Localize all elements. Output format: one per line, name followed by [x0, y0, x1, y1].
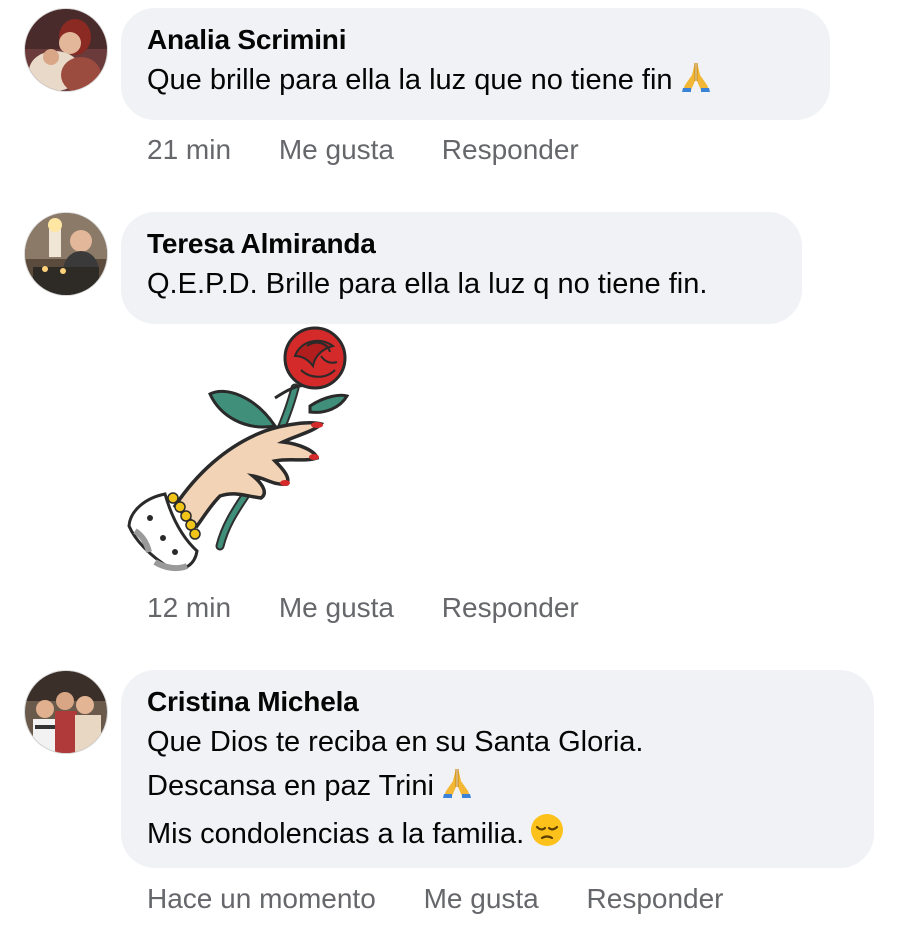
comment-text-line: Que brille para ella la luz que no tiene…: [147, 64, 673, 96]
reply-button[interactable]: Responder: [442, 592, 579, 624]
comment-actions: Hace un momento Me gusta Responder: [147, 883, 764, 915]
reply-button[interactable]: Responder: [442, 134, 579, 166]
comment-text: Q.E.P.D. Brille para ella la luz q no ti…: [147, 262, 776, 306]
hand-holding-rose-sticker[interactable]: [125, 326, 365, 576]
comment-text-line: Q.E.P.D. Brille para ella la luz q no ti…: [147, 268, 708, 300]
like-button[interactable]: Me gusta: [279, 592, 394, 624]
comment-text-line: Que Dios te reciba en su Santa Gloria.: [147, 726, 644, 758]
comment-author[interactable]: Teresa Almiranda: [147, 226, 776, 262]
comment-bubble: Teresa Almiranda Q.E.P.D. Brille para el…: [121, 212, 802, 324]
comment-bubble: Analia Scrimini Que brille para ella la …: [121, 8, 830, 120]
folded-hands-icon: [679, 59, 713, 106]
folded-hands-icon: [440, 765, 474, 812]
comment-author[interactable]: Analia Scrimini: [147, 22, 804, 58]
like-button[interactable]: Me gusta: [279, 134, 394, 166]
comment-timestamp[interactable]: 21 min: [147, 134, 231, 166]
comment-author[interactable]: Cristina Michela: [147, 684, 848, 720]
comment-bubble: Cristina Michela Que Dios te reciba en s…: [121, 670, 874, 868]
like-button[interactable]: Me gusta: [424, 883, 539, 915]
comment-timestamp[interactable]: 12 min: [147, 592, 231, 624]
comment-timestamp[interactable]: Hace un momento: [147, 883, 376, 915]
pensive-face-icon: [530, 813, 564, 860]
comment-text: Que brille para ella la luz que no tiene…: [147, 58, 804, 106]
comment-text-line: Mis condolencias a la familia.: [147, 818, 525, 850]
comment-actions: 12 min Me gusta Responder: [147, 592, 619, 624]
avatar[interactable]: [25, 213, 107, 295]
comment-actions: 21 min Me gusta Responder: [147, 134, 619, 166]
comment-text-line: Descansa en paz Trini: [147, 770, 434, 802]
comment-text: Que Dios te reciba en su Santa Gloria. D…: [147, 720, 848, 860]
avatar[interactable]: [25, 9, 107, 91]
avatar[interactable]: [25, 671, 107, 753]
reply-button[interactable]: Responder: [587, 883, 724, 915]
